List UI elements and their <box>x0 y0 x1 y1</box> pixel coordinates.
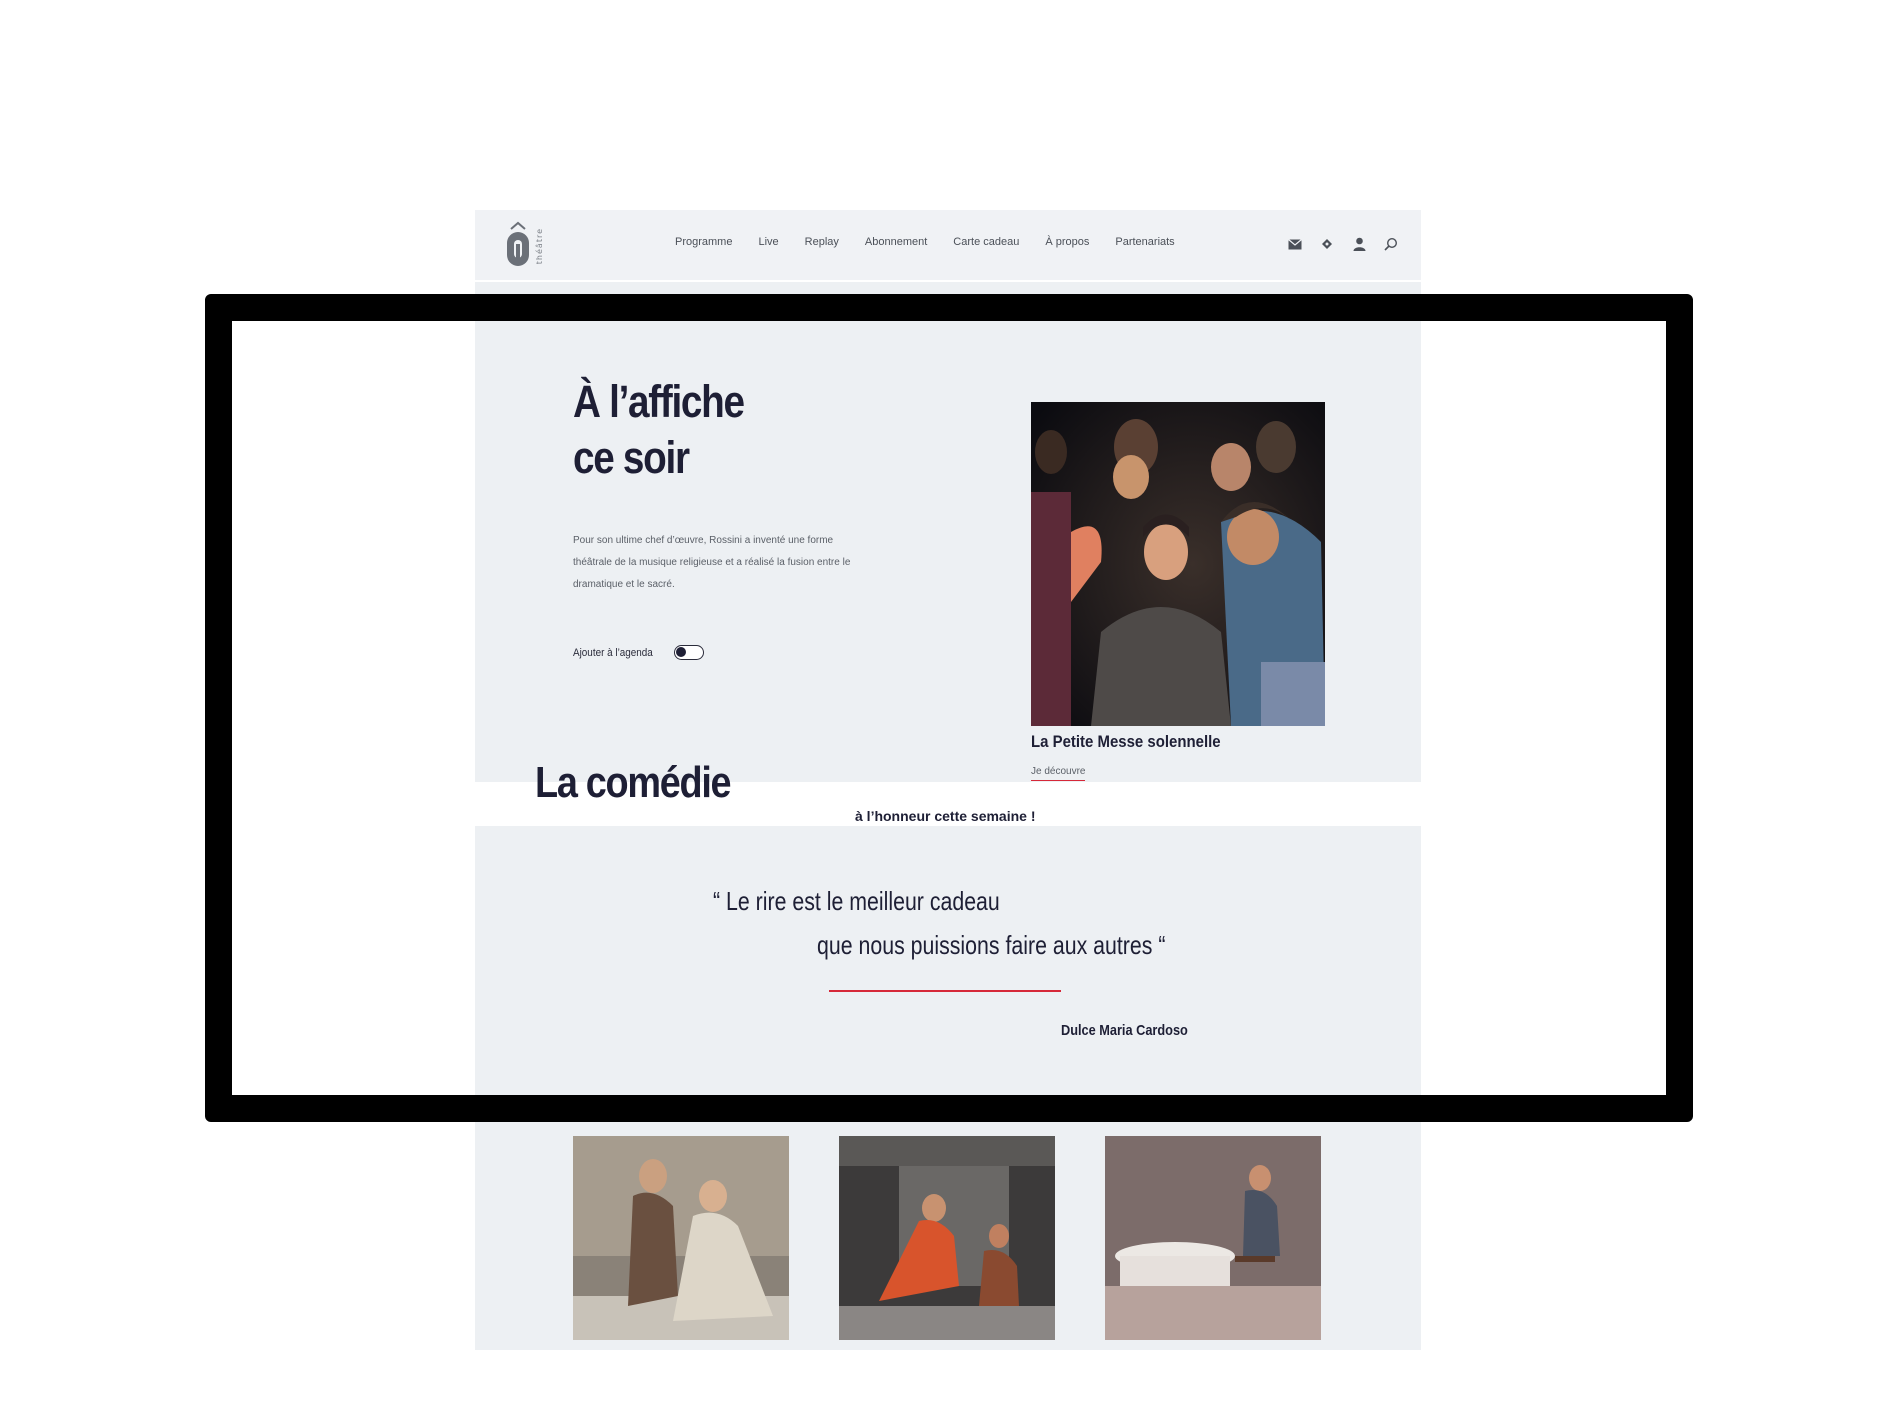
theatre-logo-icon <box>507 221 529 266</box>
quote-author: Dulce Maria Cardoso <box>1061 1022 1188 1039</box>
discover-link[interactable]: Je découvre <box>1031 766 1086 781</box>
tonight-section: À l’affiche ce soir Pour son ultime chef… <box>475 282 1421 782</box>
agenda-toggle[interactable] <box>673 645 704 660</box>
ticket-icon[interactable] <box>1319 236 1335 252</box>
menu-item-a-propos[interactable]: À propos <box>1045 236 1089 248</box>
top-navigation: théâtre Programme Live Replay Abonnement… <box>475 210 1421 280</box>
section-subtitle: à l’honneur cette semaine ! <box>855 808 1036 824</box>
quote-line-1: “ Le rire est le meilleur cadeau <box>713 886 1000 916</box>
title-line-1: À l’affiche <box>573 376 745 427</box>
agenda-row: Ajouter à l’agenda <box>573 645 704 660</box>
logo-wordmark: théâtre <box>535 228 544 265</box>
menu-item-abonnement[interactable]: Abonnement <box>865 236 927 248</box>
menu-item-replay[interactable]: Replay <box>805 236 839 248</box>
quote-divider <box>829 990 1061 992</box>
toggle-knob <box>675 647 686 657</box>
website: théâtre Programme Live Replay Abonnement… <box>475 210 1421 1350</box>
menu-item-programme[interactable]: Programme <box>675 236 732 248</box>
agenda-label: Ajouter à l’agenda <box>573 646 653 659</box>
logo[interactable]: théâtre <box>503 220 549 270</box>
header-actions <box>1287 236 1399 252</box>
user-icon[interactable] <box>1351 236 1367 252</box>
quote-line-2: que nous puissions faire aux autres “ <box>817 930 1166 960</box>
menu-item-live[interactable]: Live <box>758 236 778 248</box>
show-description: Pour son ultime chef d’œuvre, Rossini a … <box>573 535 851 590</box>
show-card-photo[interactable] <box>839 1136 1055 1340</box>
main-menu: Programme Live Replay Abonnement Carte c… <box>675 236 1175 248</box>
menu-item-partenariats[interactable]: Partenariats <box>1115 236 1174 248</box>
featured-show-photo[interactable] <box>1031 402 1325 726</box>
comedy-show-list <box>573 1136 1321 1340</box>
featured-show-title[interactable]: La Petite Messe solennelle <box>1031 732 1221 752</box>
show-card-photo[interactable] <box>1105 1136 1321 1340</box>
section-title: La comédie <box>535 758 732 807</box>
show-card-photo[interactable] <box>573 1136 789 1340</box>
mail-icon[interactable] <box>1287 236 1303 252</box>
page-title: À l’affiche ce soir <box>573 374 745 486</box>
search-icon[interactable] <box>1383 236 1399 252</box>
menu-item-carte-cadeau[interactable]: Carte cadeau <box>953 236 1019 248</box>
title-line-2: ce soir <box>573 432 690 483</box>
